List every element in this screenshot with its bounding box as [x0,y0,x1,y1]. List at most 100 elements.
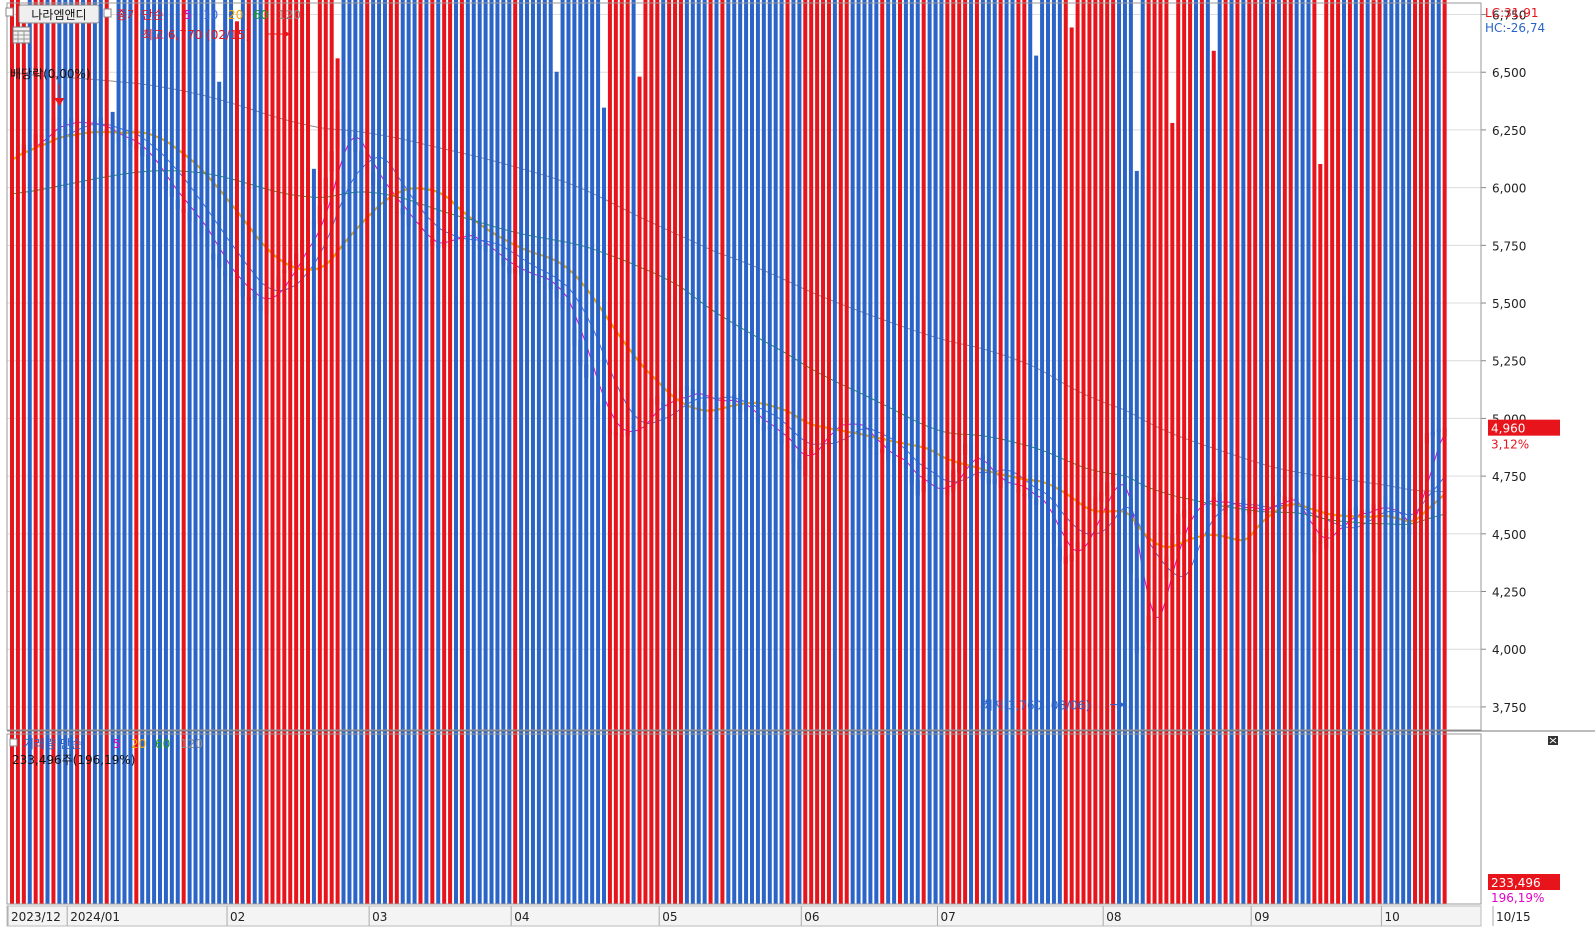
volume-bar [957,0,962,904]
volume-bar [1306,0,1311,904]
volume-bar [459,0,464,905]
volume-bar [542,0,547,905]
volume-bar [880,0,885,904]
volume-bar [1051,0,1056,905]
volume-bar [258,0,263,905]
volume-bar [217,81,222,904]
legend-toggle-icon[interactable] [5,7,14,17]
volume-bar [844,0,849,904]
stock-chart[interactable]: 6,7506,5006,2506,0005,7505,5005,2505,000… [0,0,1595,947]
volume-bar [903,0,908,904]
volume-bar [1353,0,1358,904]
price-legend-box-icon[interactable] [103,8,112,18]
volume-bar [400,0,405,904]
volume-bar [10,0,14,904]
volume-bar [382,0,387,905]
volume-bar [1229,0,1234,905]
volume-legend-ma5[interactable]: 5 [113,737,121,751]
volume-bar [1134,170,1139,904]
volume-bar [1105,0,1110,904]
volume-legend-ma20[interactable]: 20 [131,737,146,751]
volume-bar [690,0,695,904]
x-label: 05 [662,910,677,924]
volume-bar [951,0,956,904]
volume-bar [477,0,482,904]
volume-legend-ma120[interactable]: 120 [180,737,203,751]
volume-bar [702,0,707,904]
volume-bar [234,21,239,904]
volume-bar [229,0,234,904]
price-legend-ma120[interactable]: 120 [278,8,301,22]
volume-bar [1075,0,1080,905]
volume-bar [1418,0,1423,905]
volume-bar [909,0,914,904]
hc-value: HC:-26,74 [1485,21,1545,35]
volume-bar [673,0,678,904]
volume-bar [1377,0,1382,905]
volume-bar [1259,0,1264,905]
price-legend-ma20[interactable]: 20 [228,8,243,22]
volume-bar [1217,0,1222,905]
volume-bar [57,0,62,904]
price-y-label: 4,750 [1492,470,1526,484]
volume-bar [454,0,458,904]
volume-bar [104,0,109,904]
low-annotation: 최저 3,760 (08/06) [982,699,1090,713]
volume-bar [572,0,577,904]
volume-bar [714,0,719,905]
volume-bar [696,0,701,904]
volume-bar [1282,0,1287,904]
volume-bar [223,0,228,904]
volume-bar [1028,0,1033,904]
volume-bar [832,0,837,905]
volume-bar [755,0,760,905]
volume-bar [1046,0,1050,904]
volume-bar [519,0,524,904]
volume-bar [1270,0,1275,905]
price-legend-ma5[interactable]: 5 [184,8,192,22]
volume-bar [1111,0,1116,905]
volume-bar [750,0,754,905]
volume-bar [282,0,287,904]
volume-bar [501,0,506,905]
volume-bar [436,0,441,905]
volume-bar [1069,27,1074,905]
volume-bar [1294,0,1299,904]
volume-bar [163,0,168,905]
volume-bar [329,0,334,904]
volume-bar [625,0,630,904]
volume-bar [323,0,328,904]
price-y-label: 5,750 [1492,239,1526,253]
table-icon[interactable] [12,26,31,44]
close-pane-icon[interactable] [1548,736,1558,745]
volume-bar [708,0,713,905]
volume-bar [146,0,151,904]
price-legend-ma60[interactable]: 60 [253,8,268,22]
volume-bar [353,0,358,904]
stock-name-label: 나라엠앤디 [31,8,86,22]
volume-bar [1140,0,1145,905]
volume-legend-box-icon[interactable] [9,738,18,747]
last-volume-value: 233,496 [1491,876,1541,890]
volume-bar [1016,0,1021,904]
volume-bar [448,0,453,904]
volume-legend-ma60[interactable]: 60 [155,737,170,751]
volume-bar [27,0,32,904]
volume-bar [1300,0,1305,904]
volume-bar [536,0,541,905]
volume-bar [412,0,417,904]
volume-bar [590,0,595,904]
volume-bar [1128,0,1133,904]
volume-bar [655,0,660,905]
volume-bar [992,0,997,904]
volume-bar [39,0,44,904]
volume-info: 233,496주(196,19%) [12,753,135,767]
price-legend-ma10[interactable]: 10 [203,8,218,22]
volume-bar [554,71,559,905]
volume-bar [1152,0,1157,904]
volume-bar [530,0,535,905]
price-y-label: 5,500 [1492,297,1526,311]
volume-bar [720,0,725,904]
volume-bar [495,0,500,905]
volume-bar [613,0,618,904]
